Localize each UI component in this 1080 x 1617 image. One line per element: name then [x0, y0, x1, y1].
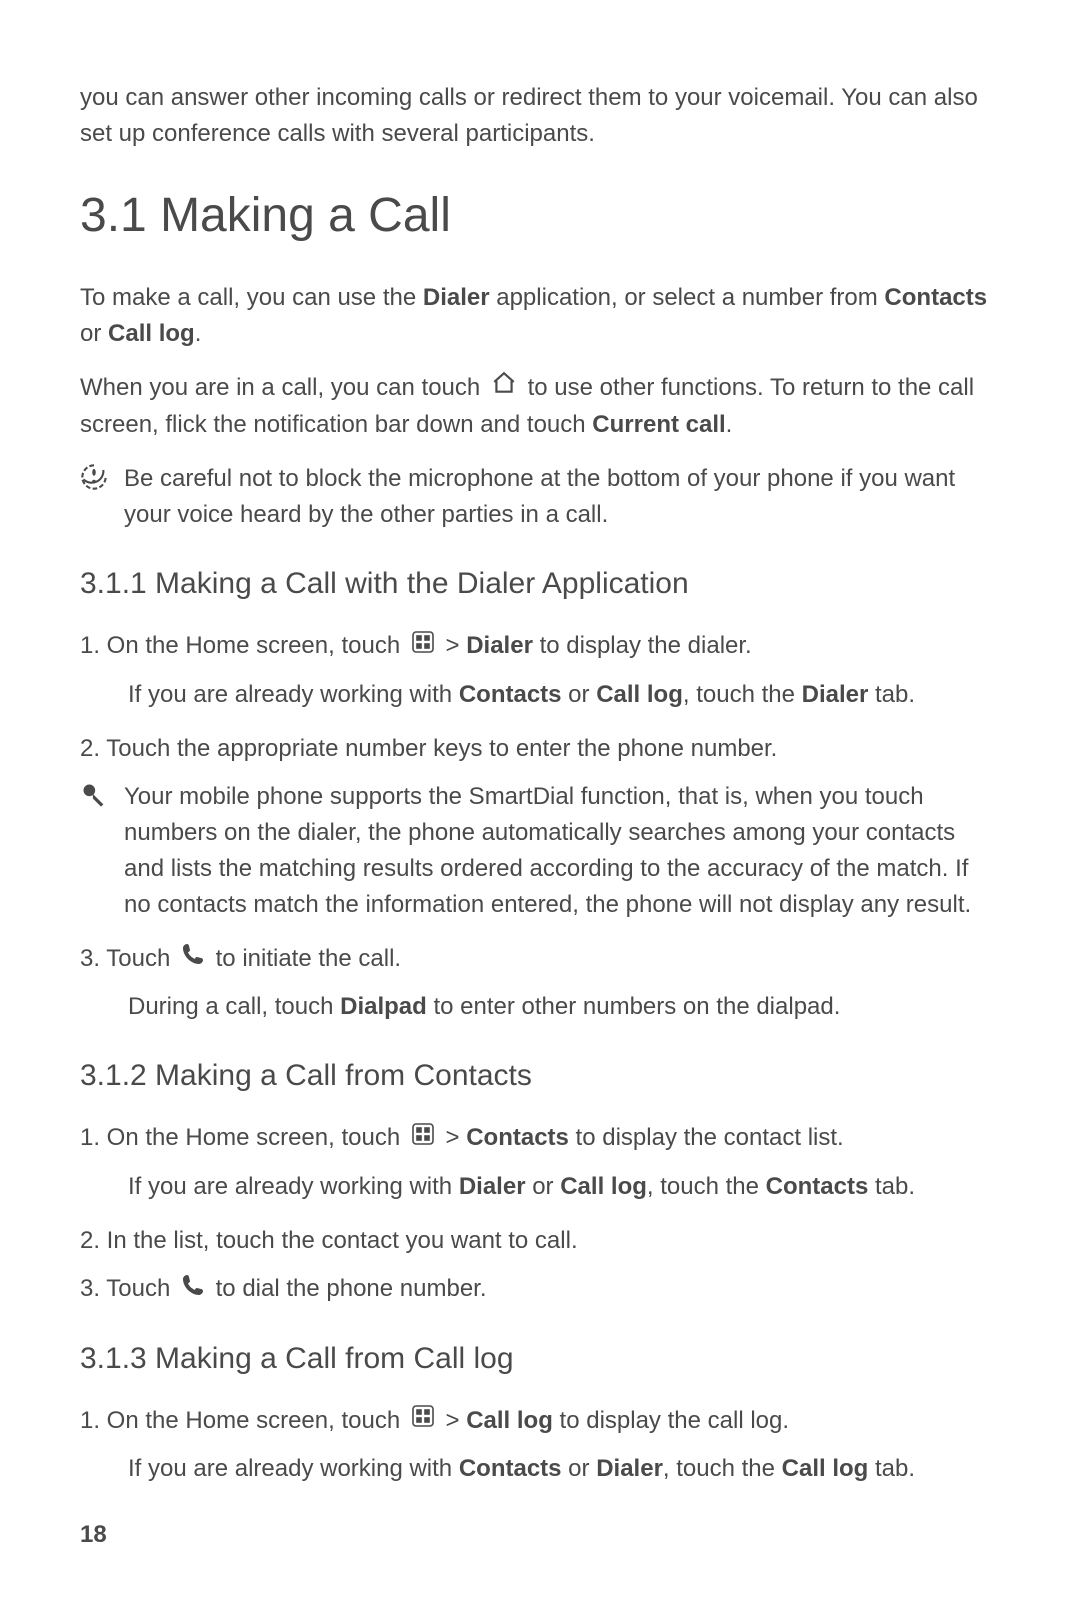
- section-3-1-para2: When you are in a call, you can touch to…: [80, 370, 1000, 443]
- text: If you are already working with: [128, 1173, 459, 1200]
- bold-contacts: Contacts: [459, 1455, 562, 1482]
- step-3: 3. Touch to dial the phone number.: [80, 1271, 1000, 1308]
- text: or: [562, 1455, 597, 1482]
- bold-current-call: Current call: [592, 411, 725, 438]
- text: To make a call, you can use the: [80, 284, 423, 311]
- step-2: 2. In the list, touch the contact you wa…: [80, 1223, 1000, 1259]
- bold-dialer: Dialer: [596, 1455, 663, 1482]
- tip-note: Your mobile phone supports the SmartDial…: [80, 779, 1000, 923]
- tip-icon: [80, 781, 108, 809]
- text: >: [446, 632, 467, 659]
- step-1: 1. On the Home screen, touch > Contacts …: [80, 1120, 1000, 1157]
- section-3-1-3-heading: 3.1.3 Making a Call from Call log: [80, 1336, 1000, 1381]
- text: to display the dialer.: [533, 632, 752, 659]
- step-3: 3. Touch to initiate the call.: [80, 941, 1000, 978]
- text: to enter other numbers on the dialpad.: [427, 993, 841, 1020]
- intro-paragraph: you can answer other incoming calls or r…: [80, 80, 1000, 152]
- step-3-sub: During a call, touch Dialpad to enter ot…: [128, 989, 1000, 1025]
- tip-text: Your mobile phone supports the SmartDial…: [124, 779, 1000, 923]
- step-1: 1. On the Home screen, touch > Dialer to…: [80, 628, 1000, 665]
- text: or: [562, 681, 597, 708]
- step-1-sub: If you are already working with Contacts…: [128, 677, 1000, 713]
- text: to display the call log.: [553, 1407, 789, 1434]
- text: tab.: [868, 1455, 915, 1482]
- text: tab.: [868, 1173, 915, 1200]
- bold-call-log: Call log: [782, 1455, 869, 1482]
- phone-call-icon: [181, 1272, 205, 1308]
- text: During a call, touch: [128, 993, 340, 1020]
- warning-note: Be careful not to block the microphone a…: [80, 461, 1000, 533]
- bold-contacts: Contacts: [766, 1173, 869, 1200]
- bold-dialer: Dialer: [802, 681, 869, 708]
- text: 1. On the Home screen, touch: [80, 1407, 407, 1434]
- bold-dialer: Dialer: [466, 632, 533, 659]
- text: 1. On the Home screen, touch: [80, 1124, 407, 1151]
- home-icon: [491, 370, 517, 407]
- text: to initiate the call.: [216, 945, 401, 972]
- text: , touch the: [647, 1173, 766, 1200]
- step-2: 2. Touch the appropriate number keys to …: [80, 731, 1000, 767]
- text: application, or select a number from: [490, 284, 885, 311]
- text: 1. On the Home screen, touch: [80, 632, 407, 659]
- text: or: [526, 1173, 561, 1200]
- step-1-sub: If you are already working with Dialer o…: [128, 1169, 1000, 1205]
- bold-call-log: Call log: [466, 1407, 553, 1434]
- text: to dial the phone number.: [216, 1275, 487, 1302]
- note-text: Be careful not to block the microphone a…: [124, 461, 1000, 533]
- info-warning-icon: [80, 463, 108, 491]
- text: , touch the: [683, 681, 802, 708]
- text: tab.: [868, 681, 915, 708]
- apps-grid-icon: [411, 1403, 435, 1439]
- step-1: 1. On the Home screen, touch > Call log …: [80, 1403, 1000, 1440]
- text: If you are already working with: [128, 681, 459, 708]
- text: or: [80, 320, 108, 347]
- bold-dialer: Dialer: [423, 284, 490, 311]
- text: to display the contact list.: [569, 1124, 844, 1151]
- bold-contacts: Contacts: [884, 284, 987, 311]
- bold-contacts: Contacts: [466, 1124, 569, 1151]
- bold-call-log: Call log: [560, 1173, 647, 1200]
- bold-dialpad: Dialpad: [340, 993, 427, 1020]
- step-1-sub: If you are already working with Contacts…: [128, 1451, 1000, 1487]
- bold-dialer: Dialer: [459, 1173, 526, 1200]
- text: .: [726, 411, 733, 438]
- text: >: [446, 1407, 467, 1434]
- bold-contacts: Contacts: [459, 681, 562, 708]
- text: , touch the: [663, 1455, 782, 1482]
- section-3-1-1-heading: 3.1.1 Making a Call with the Dialer Appl…: [80, 561, 1000, 606]
- apps-grid-icon: [411, 1121, 435, 1157]
- text: 3. Touch: [80, 945, 177, 972]
- section-3-1-heading: 3.1 Making a Call: [80, 180, 1000, 252]
- bold-call-log: Call log: [108, 320, 195, 347]
- bold-call-log: Call log: [596, 681, 683, 708]
- page-number: 18: [80, 1517, 1000, 1553]
- phone-call-icon: [181, 941, 205, 977]
- apps-grid-icon: [411, 629, 435, 665]
- section-3-1-para1: To make a call, you can use the Dialer a…: [80, 280, 1000, 352]
- text: When you are in a call, you can touch: [80, 374, 487, 401]
- text: .: [195, 320, 202, 347]
- text: If you are already working with: [128, 1455, 459, 1482]
- text: >: [446, 1124, 467, 1151]
- section-3-1-2-heading: 3.1.2 Making a Call from Contacts: [80, 1053, 1000, 1098]
- text: 3. Touch: [80, 1275, 177, 1302]
